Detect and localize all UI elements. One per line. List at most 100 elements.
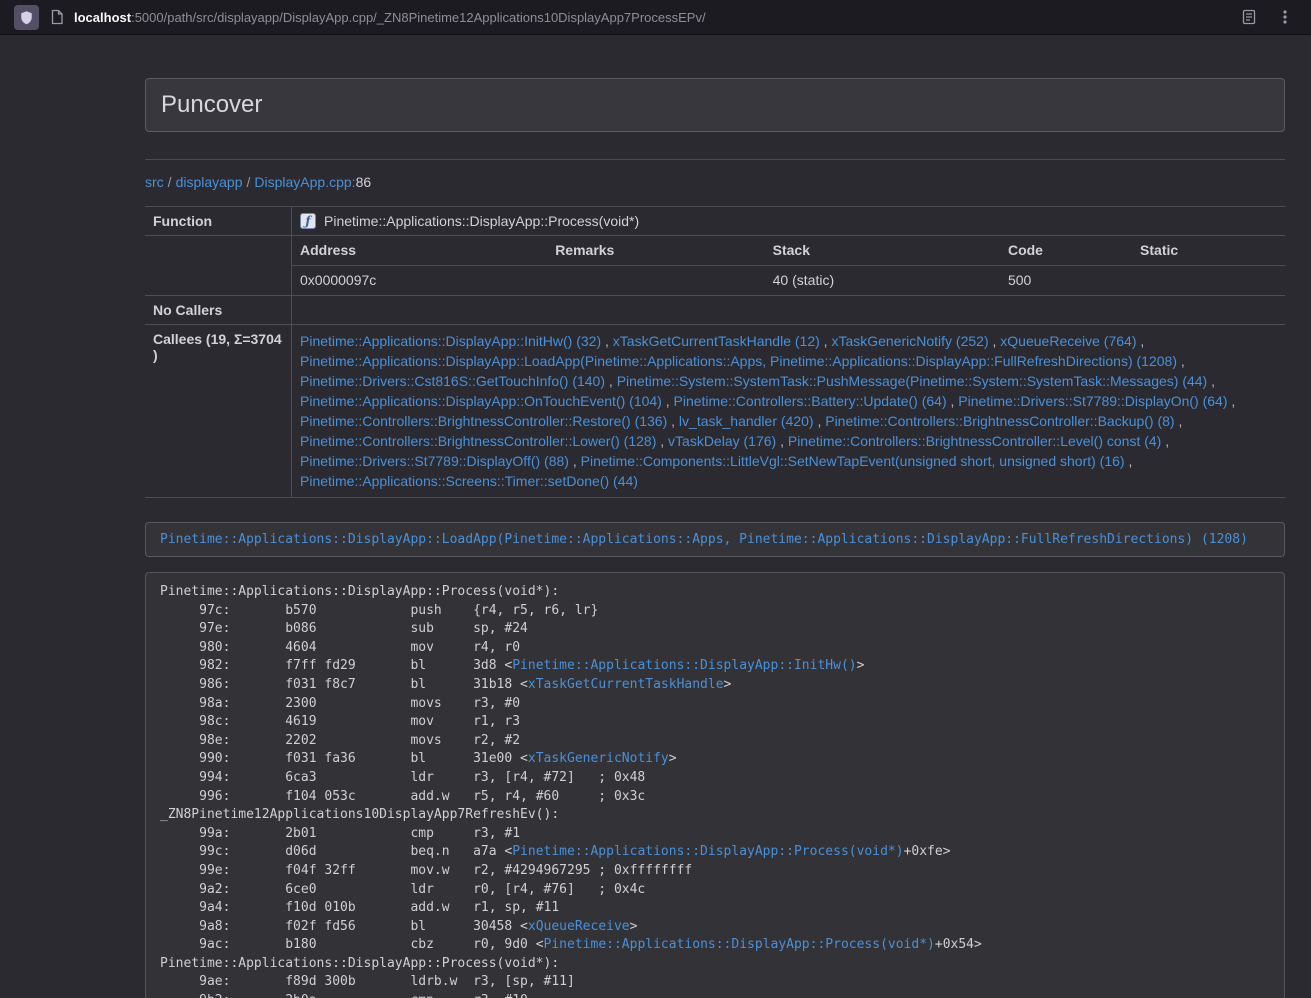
asm-line: 9ac: b180 cbz r0, 9d0 <Pinetime::Applica… [160, 936, 1270, 955]
metrics-row: Address Remarks Stack Code Static 0x0000… [145, 236, 1285, 296]
remarks-column-header: Remarks [547, 236, 764, 265]
callee-separator: , [989, 333, 1001, 349]
callee-separator: , [667, 413, 679, 429]
callee-link[interactable]: lv_task_handler (420) [679, 413, 814, 429]
callee-link[interactable]: Pinetime::Applications::DisplayApp::Init… [300, 333, 601, 349]
code-value: 500 [1000, 266, 1132, 295]
function-label: Function [145, 207, 292, 235]
asm-line: 982: f7ff fd29 bl 3d8 <Pinetime::Applica… [160, 657, 1270, 676]
callee-link[interactable]: Pinetime::Controllers::Battery::Update()… [674, 393, 947, 409]
callee-link[interactable]: Pinetime::Applications::DisplayApp::OnTo… [300, 393, 662, 409]
asm-line: 9b2: 2b0a cmp r3, #10 [160, 992, 1270, 998]
breadcrumb-line-number: 86 [356, 174, 372, 190]
highlighted-symbol-link[interactable]: Pinetime::Applications::DisplayApp::Load… [160, 532, 1248, 547]
page-content: Puncover src/displayapp/DisplayApp.cpp:8… [145, 78, 1285, 998]
callee-separator: , [820, 333, 832, 349]
function-symbol-icon [300, 213, 316, 229]
breadcrumb-link-src[interactable]: src [145, 174, 164, 190]
asm-line: 9a4: f10d 010b add.w r1, sp, #11 [160, 899, 1270, 918]
callee-separator: , [1228, 393, 1236, 409]
asm-symbol-link[interactable]: Pinetime::Applications::DisplayApp::Proc… [512, 844, 903, 859]
asm-line: 980: 4604 mov r4, r0 [160, 639, 1270, 658]
asm-symbol-link[interactable]: Pinetime::Applications::DisplayApp::Proc… [544, 937, 935, 952]
asm-line: 990: f031 fa36 bl 31e00 <xTaskGenericNot… [160, 750, 1270, 769]
callee-link[interactable]: xQueueReceive (764) [1000, 333, 1136, 349]
reader-view-icon[interactable] [1241, 9, 1257, 25]
callee-separator: , [814, 413, 826, 429]
tracking-protection-button[interactable] [14, 5, 39, 30]
callee-link[interactable]: Pinetime::System::SystemTask::PushMessag… [617, 373, 1208, 389]
asm-line: 99a: 2b01 cmp r3, #1 [160, 825, 1270, 844]
asm-line: _ZN8Pinetime12Applications10DisplayApp7R… [160, 806, 1270, 825]
asm-line: 986: f031 f8c7 bl 31b18 <xTaskGetCurrent… [160, 676, 1270, 695]
callee-link[interactable]: Pinetime::Drivers::St7789::DisplayOff() … [300, 453, 569, 469]
callee-separator: , [1161, 433, 1169, 449]
asm-symbol-link[interactable]: xQueueReceive [528, 919, 630, 934]
symbol-table: Function Pinetime::Applications::Display… [145, 206, 1285, 498]
breadcrumb-link-file[interactable]: DisplayApp.cpp: [254, 174, 355, 190]
callee-link[interactable]: Pinetime::Applications::DisplayApp::Load… [300, 353, 1177, 369]
callee-separator: , [656, 433, 668, 449]
callee-separator: , [776, 433, 788, 449]
asm-line: Pinetime::Applications::DisplayApp::Proc… [160, 583, 1270, 602]
asm-symbol-link[interactable]: Pinetime::Applications::DisplayApp::Init… [512, 658, 856, 673]
asm-line: 996: f104 053c add.w r5, r4, #60 ; 0x3c [160, 788, 1270, 807]
url-bar[interactable]: localhost:5000/path/src/displayapp/Displ… [49, 0, 1297, 34]
callee-separator: , [662, 393, 674, 409]
callers-row: No Callers [145, 296, 1285, 325]
no-callers-label: No Callers [145, 296, 292, 324]
asm-line: 994: 6ca3 ldr r3, [r4, #72] ; 0x48 [160, 769, 1270, 788]
callers-cell [292, 296, 1285, 324]
asm-line: 9a8: f02f fd56 bl 30458 <xQueueReceive> [160, 918, 1270, 937]
asm-line: 98c: 4619 mov r1, r3 [160, 713, 1270, 732]
asm-line: 9ae: f89d 300b ldrb.w r3, [sp, #11] [160, 973, 1270, 992]
static-value [1132, 266, 1285, 295]
address-column-header: Address [292, 236, 547, 265]
callee-link[interactable]: Pinetime::Drivers::Cst816S::GetTouchInfo… [300, 373, 605, 389]
url-path: :5000/path/src/displayapp/DisplayApp.cpp… [131, 10, 706, 25]
asm-symbol-link[interactable]: xTaskGenericNotify [528, 751, 669, 766]
stack-column-header: Stack [765, 236, 1000, 265]
url-text: localhost:5000/path/src/displayapp/Displ… [74, 10, 706, 25]
asm-line: 99c: d06d beq.n a7a <Pinetime::Applicati… [160, 843, 1270, 862]
callee-link[interactable]: Pinetime::Drivers::St7789::DisplayOn() (… [958, 393, 1227, 409]
highlighted-symbol-box: Pinetime::Applications::DisplayApp::Load… [145, 522, 1285, 557]
breadcrumb-separator: / [164, 174, 176, 190]
stack-value: 40 (static) [765, 266, 1000, 295]
metrics-row-label [145, 236, 292, 295]
breadcrumb-link-displayapp[interactable]: displayapp [176, 174, 243, 190]
more-options-icon[interactable] [1277, 9, 1293, 25]
callee-separator: , [947, 393, 959, 409]
url-host: localhost [74, 10, 131, 25]
asm-symbol-link[interactable]: xTaskGetCurrentTaskHandle [528, 677, 724, 692]
callee-link[interactable]: Pinetime::Controllers::BrightnessControl… [300, 413, 667, 429]
static-column-header: Static [1132, 236, 1285, 265]
callee-link[interactable]: Pinetime::Controllers::BrightnessControl… [788, 433, 1161, 449]
function-name: Pinetime::Applications::DisplayApp::Proc… [324, 213, 639, 229]
callee-separator: , [605, 373, 617, 389]
callee-link[interactable]: xTaskGetCurrentTaskHandle (12) [613, 333, 820, 349]
callee-link[interactable]: Pinetime::Controllers::BrightnessControl… [825, 413, 1174, 429]
asm-line: Pinetime::Applications::DisplayApp::Proc… [160, 955, 1270, 974]
callee-separator: , [1125, 453, 1133, 469]
callee-link[interactable]: Pinetime::Controllers::BrightnessControl… [300, 433, 656, 449]
callee-link[interactable]: Pinetime::Applications::Screens::Timer::… [300, 473, 638, 489]
asm-line: 97c: b570 push {r4, r5, r6, lr} [160, 602, 1270, 621]
divider [145, 159, 1285, 160]
callee-separator: , [1175, 413, 1183, 429]
breadcrumb: src/displayapp/DisplayApp.cpp:86 [145, 174, 1285, 190]
page-header-panel: Puncover [145, 78, 1285, 132]
callee-link[interactable]: vTaskDelay (176) [668, 433, 776, 449]
callee-separator: , [601, 333, 613, 349]
callees-row: Callees (19, Σ=3704 ) Pinetime::Applicat… [145, 325, 1285, 498]
page-info-icon[interactable] [49, 9, 65, 25]
browser-toolbar: localhost:5000/path/src/displayapp/Displ… [0, 0, 1311, 35]
remarks-value [547, 266, 764, 295]
callee-separator: , [1177, 353, 1185, 369]
shield-icon [19, 9, 35, 25]
disassembly-code: Pinetime::Applications::DisplayApp::Proc… [145, 572, 1285, 998]
callee-link[interactable]: xTaskGenericNotify (252) [831, 333, 988, 349]
function-row: Function Pinetime::Applications::Display… [145, 207, 1285, 236]
callee-link[interactable]: Pinetime::Components::LittleVgl::SetNewT… [581, 453, 1125, 469]
callee-separator: , [1136, 333, 1144, 349]
